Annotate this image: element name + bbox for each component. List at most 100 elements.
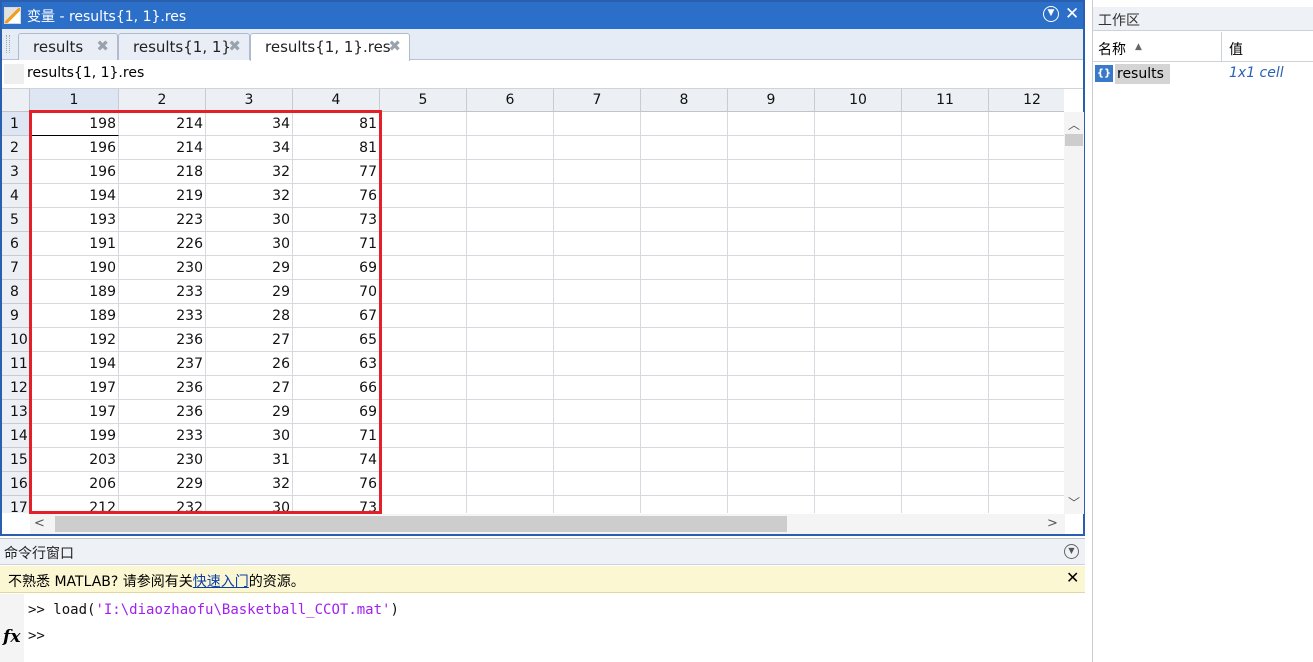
table-cell[interactable]: 34 (206, 112, 293, 136)
column-header[interactable]: 5 (380, 89, 467, 112)
table-cell[interactable]: 192 (30, 328, 119, 352)
table-cell[interactable] (554, 208, 641, 232)
table-cell[interactable] (641, 448, 728, 472)
table-cell[interactable]: 81 (293, 112, 380, 136)
table-cell[interactable] (728, 232, 815, 256)
workspace-variable-row[interactable]: {} results 1x1 cell (1093, 63, 1313, 85)
table-cell[interactable]: 65 (293, 328, 380, 352)
table-cell[interactable]: 66 (293, 376, 380, 400)
table-cell[interactable] (380, 328, 467, 352)
table-cell[interactable] (902, 328, 989, 352)
table-cell[interactable] (467, 184, 554, 208)
table-cell[interactable]: 214 (119, 136, 206, 160)
table-cell[interactable]: 27 (206, 376, 293, 400)
table-cell[interactable] (989, 496, 1064, 513)
row-header[interactable]: 3 (2, 160, 30, 184)
row-header[interactable]: 16 (2, 472, 30, 496)
table-cell[interactable] (815, 472, 902, 496)
grid-corner[interactable] (2, 89, 30, 112)
table-cell[interactable] (467, 376, 554, 400)
column-header[interactable]: 11 (902, 89, 989, 112)
table-cell[interactable] (554, 400, 641, 424)
table-cell[interactable]: 212 (30, 496, 119, 513)
table-cell[interactable] (380, 496, 467, 513)
row-header[interactable]: 7 (2, 256, 30, 280)
table-cell[interactable] (815, 352, 902, 376)
table-cell[interactable] (902, 376, 989, 400)
table-cell[interactable]: 27 (206, 328, 293, 352)
table-cell[interactable] (641, 280, 728, 304)
table-cell[interactable] (728, 496, 815, 513)
table-cell[interactable] (467, 448, 554, 472)
table-cell[interactable] (728, 472, 815, 496)
table-cell[interactable] (728, 448, 815, 472)
table-cell[interactable] (641, 400, 728, 424)
table-cell[interactable] (467, 400, 554, 424)
sort-ascending-icon[interactable]: ▲ (1135, 42, 1142, 52)
panel-menu-icon[interactable]: ▼ (1064, 544, 1079, 559)
table-cell[interactable]: 71 (293, 232, 380, 256)
table-cell[interactable] (467, 472, 554, 496)
table-cell[interactable] (380, 208, 467, 232)
table-cell[interactable] (902, 280, 989, 304)
table-cell[interactable] (728, 184, 815, 208)
table-cell[interactable] (467, 136, 554, 160)
table-cell[interactable] (902, 496, 989, 513)
table-cell[interactable]: 70 (293, 280, 380, 304)
table-cell[interactable]: 29 (206, 400, 293, 424)
table-cell[interactable]: 30 (206, 208, 293, 232)
table-cell[interactable] (641, 208, 728, 232)
table-cell[interactable]: 28 (206, 304, 293, 328)
table-cell[interactable] (815, 112, 902, 136)
table-cell[interactable]: 34 (206, 136, 293, 160)
table-cell[interactable] (815, 136, 902, 160)
tab-close-icon[interactable]: ✖ (388, 37, 401, 55)
table-cell[interactable]: 189 (30, 280, 119, 304)
table-cell[interactable] (902, 400, 989, 424)
table-cell[interactable] (467, 328, 554, 352)
table-cell[interactable]: 233 (119, 304, 206, 328)
table-cell[interactable] (554, 496, 641, 513)
table-cell[interactable]: 196 (30, 136, 119, 160)
table-cell[interactable] (989, 376, 1064, 400)
column-header[interactable]: 4 (293, 89, 380, 112)
table-cell[interactable]: 73 (293, 208, 380, 232)
table-cell[interactable]: 69 (293, 400, 380, 424)
table-cell[interactable] (902, 112, 989, 136)
table-cell[interactable]: 196 (30, 160, 119, 184)
table-cell[interactable] (728, 304, 815, 328)
table-cell[interactable] (467, 352, 554, 376)
table-cell[interactable] (902, 472, 989, 496)
table-cell[interactable] (728, 328, 815, 352)
table-cell[interactable] (380, 400, 467, 424)
table-cell[interactable] (989, 400, 1064, 424)
row-header[interactable]: 14 (2, 424, 30, 448)
table-cell[interactable] (380, 352, 467, 376)
table-cell[interactable] (989, 136, 1064, 160)
row-header[interactable]: 2 (2, 136, 30, 160)
row-header[interactable]: 13 (2, 400, 30, 424)
table-cell[interactable] (728, 352, 815, 376)
row-header[interactable]: 8 (2, 280, 30, 304)
quick-start-link[interactable]: 快速入门 (193, 574, 249, 590)
table-cell[interactable] (467, 496, 554, 513)
row-header[interactable]: 9 (2, 304, 30, 328)
tab-close-icon[interactable]: ✖ (228, 37, 241, 55)
table-cell[interactable] (641, 424, 728, 448)
table-cell[interactable] (902, 256, 989, 280)
table-cell[interactable]: 29 (206, 280, 293, 304)
table-cell[interactable] (380, 448, 467, 472)
table-cell[interactable] (380, 112, 467, 136)
table-cell[interactable] (728, 400, 815, 424)
table-cell[interactable] (728, 112, 815, 136)
table-cell[interactable] (380, 424, 467, 448)
column-header[interactable]: 1 (30, 89, 119, 112)
table-cell[interactable] (467, 112, 554, 136)
table-cell[interactable]: 233 (119, 424, 206, 448)
horizontal-scroll-thumb[interactable] (55, 516, 787, 532)
table-cell[interactable] (728, 208, 815, 232)
tab-results-1-1-res[interactable]: results{1, 1}.res ✖ (250, 33, 410, 61)
table-cell[interactable] (902, 304, 989, 328)
table-cell[interactable]: 197 (30, 400, 119, 424)
table-cell[interactable]: 32 (206, 160, 293, 184)
